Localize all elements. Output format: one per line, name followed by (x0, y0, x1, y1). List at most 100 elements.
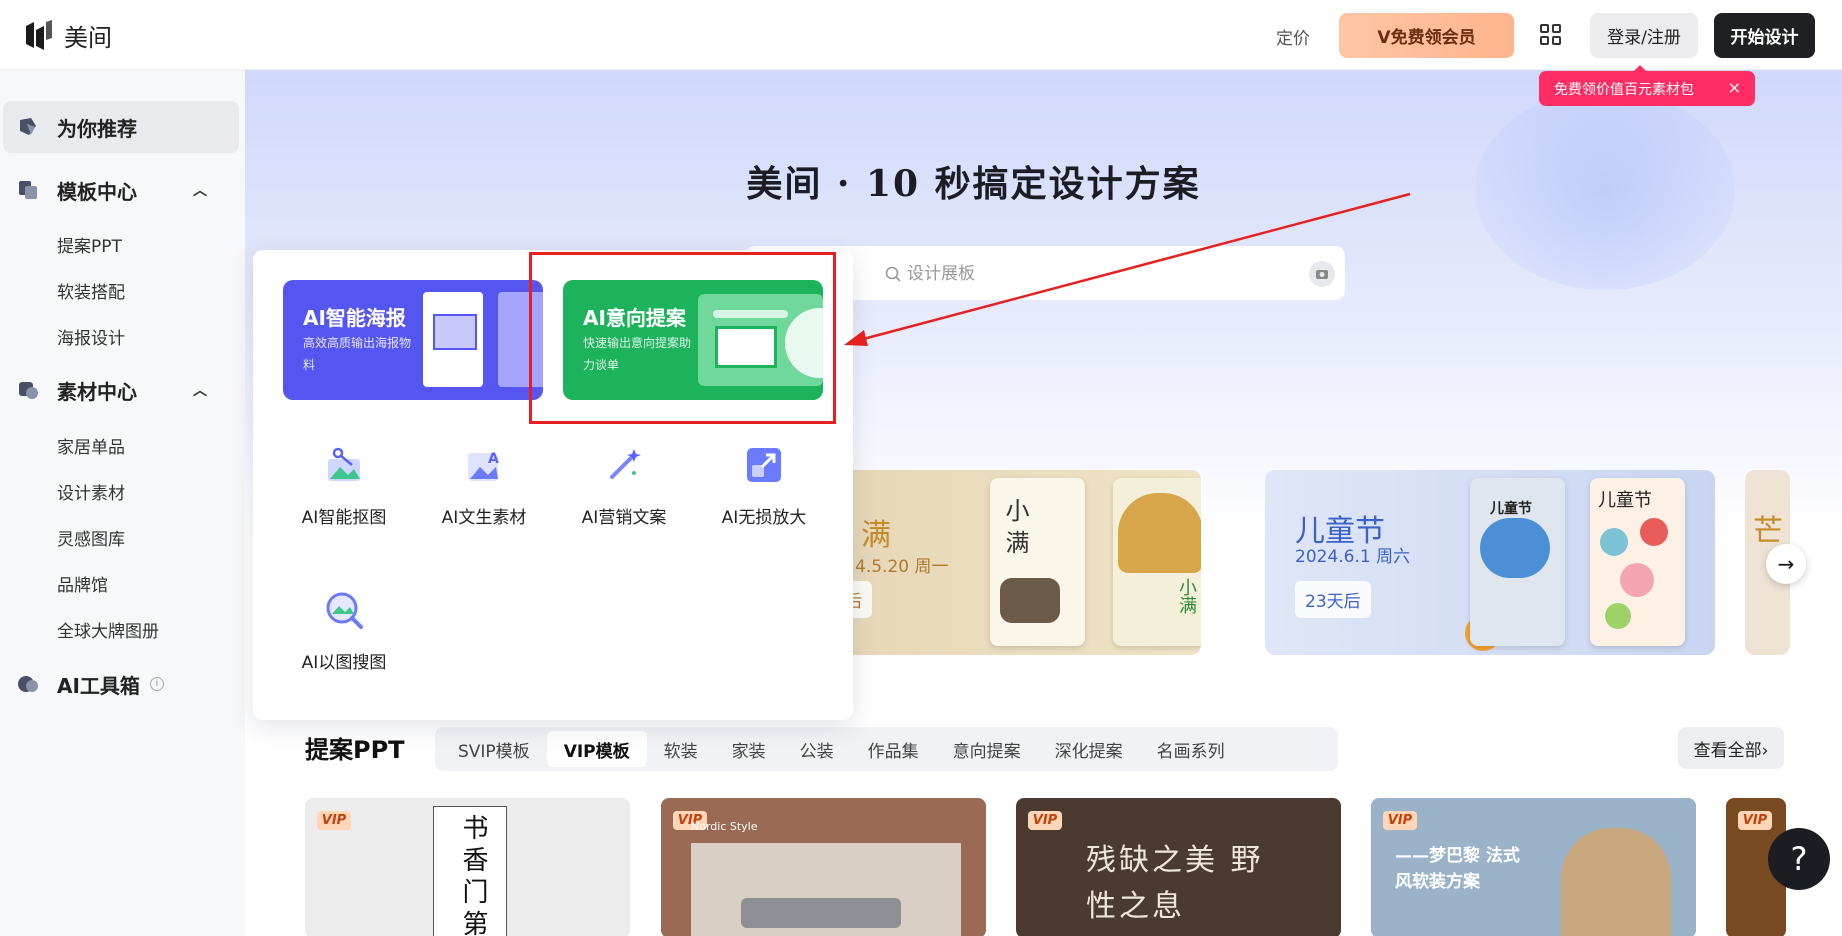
upscale-icon (747, 448, 781, 482)
free-vip-button[interactable]: V免费领会员 (1339, 13, 1514, 58)
card-text: 残缺之美 野性之息 (1086, 843, 1264, 924)
ai-intent-proposal-card[interactable]: AI意向提案 快速输出意向提案助力谈单 (563, 280, 823, 400)
top-header: 美间 定价 V免费领会员 登录/注册 开始设计 (0, 0, 1842, 70)
sidebar-subitem-proposal-ppt[interactable]: 提案PPT (57, 232, 122, 257)
card-title: AI智能海报 (303, 306, 406, 330)
banner-title: 满 (861, 518, 891, 553)
tab-6[interactable]: 意向提案 (936, 731, 1038, 767)
pricing-link[interactable]: 定价 (1276, 24, 1310, 49)
festival-banner-childrens-day[interactable]: 儿童节 2024.6.1 周六 23天后 儿童节 儿童节 (1265, 470, 1715, 655)
start-design-button[interactable]: 开始设计 (1714, 13, 1815, 58)
card-text: Nordic Style (691, 820, 758, 833)
help-button[interactable]: ? (1768, 828, 1830, 890)
banner-countdown: 23天后 (1295, 581, 1371, 618)
sidebar-item-material-center[interactable]: 素材中心 ︿ (3, 364, 239, 416)
vip-badge: VIP (1028, 811, 1062, 830)
svg-text:A: A (488, 451, 499, 467)
sidebar-subitem-furniture[interactable]: 家居单品 (57, 433, 125, 458)
chevron-up-icon[interactable]: ︿ (193, 380, 207, 400)
close-icon[interactable]: × (1728, 78, 1741, 97)
ai-toolbox-dropdown: AI智能海报 高效高质输出海报物料 AI意向提案 快速输出意向提案助力谈单 AI… (253, 250, 853, 720)
sidebar-subitem-poster-design[interactable]: 海报设计 (57, 324, 125, 349)
hero-title: 美间 · 10 秒搞定设计方案 (746, 163, 1201, 205)
tab-5[interactable]: 作品集 (851, 731, 936, 767)
tool-ai-marketing-copy[interactable]: AI营销文案 (564, 445, 684, 528)
tool-label: AI智能抠图 (301, 508, 387, 528)
poster-text: 儿童节 (1490, 501, 1532, 517)
sidebar-item-label: 模板中心 (57, 179, 137, 204)
magic-wand-icon (610, 449, 641, 479)
template-card[interactable]: VIP Nordic Style (661, 798, 986, 936)
tool-label: AI以图搜图 (301, 653, 387, 673)
search-input[interactable] (907, 262, 1207, 286)
see-all-link[interactable]: 查看全部› (1678, 727, 1784, 769)
search-icon (885, 266, 901, 282)
festival-banner-xiaoman[interactable]: 满 4.5.20 周一 后 小满 小满 (845, 470, 1201, 655)
tool-ai-lossless-upscale[interactable]: AI无损放大 (704, 445, 824, 528)
tool-label: AI营销文案 (581, 508, 667, 528)
sidebar-item-label: 素材中心 (57, 379, 137, 404)
tool-ai-text-to-material[interactable]: A AI文生素材 (424, 445, 544, 528)
promo-tooltip[interactable]: 免费领价值百元素材包 × (1539, 65, 1755, 106)
promo-text: 免费领价值百元素材包 (1554, 81, 1694, 98)
vip-badge: VIP (317, 811, 351, 830)
ai-toolbox-icon (18, 676, 38, 692)
tab-7[interactable]: 深化提案 (1038, 731, 1140, 767)
apps-grid-icon[interactable] (1540, 24, 1562, 46)
carousel-next-button[interactable]: → (1766, 544, 1806, 584)
card-desc: 高效高质输出海报物料 (303, 336, 412, 372)
tab-1[interactable]: VIP模板 (546, 731, 647, 767)
sidebar-subitem-inspiration[interactable]: 灵感图库 (57, 525, 125, 550)
ai-smart-poster-card[interactable]: AI智能海报 高效高质输出海报物料 (283, 280, 543, 400)
sidebar: 为你推荐 模板中心 ︿ 提案PPT 软装搭配 海报设计 素材中心 ︿ 家居单品 … (0, 70, 245, 936)
tab-4[interactable]: 公装 (783, 731, 851, 767)
tool-ai-cutout[interactable]: AI智能抠图 (284, 445, 404, 528)
card-text: ——梦巴黎 法式风软装方案 (1395, 846, 1520, 892)
info-icon[interactable]: i (149, 677, 164, 691)
template-card[interactable]: VIP 残缺之美 野性之息 (1016, 798, 1341, 936)
image-search-icon (326, 592, 363, 629)
sidebar-item-template-center[interactable]: 模板中心 ︿ (3, 164, 239, 216)
tab-3[interactable]: 家装 (715, 731, 783, 767)
sidebar-subitem-global-brands[interactable]: 全球大牌图册 (57, 617, 159, 642)
material-icon (19, 382, 38, 399)
sidebar-item-ai-toolbox[interactable]: AI工具箱 i (3, 658, 239, 710)
card-text: 书香门第 (458, 814, 488, 936)
sidebar-item-label: 为你推荐 (57, 116, 137, 141)
vip-badge: VIP (1383, 811, 1417, 830)
template-card[interactable]: VIP 书香门第 (305, 798, 630, 936)
section-title: 提案PPT (305, 736, 405, 764)
banner-date: 4.5.20 周一 (855, 557, 949, 577)
banner-date: 2024.6.1 周六 (1295, 547, 1411, 567)
sidebar-subitem-design-material[interactable]: 设计素材 (57, 479, 125, 504)
vip-badge: VIP (1738, 811, 1772, 830)
text-to-image-icon: A (468, 451, 499, 481)
sidebar-item-recommend[interactable]: 为你推荐 (3, 101, 239, 153)
tool-label: AI文生素材 (441, 508, 527, 528)
category-tabs: SVIP模板 VIP模板 软装 家装 公装 作品集 意向提案 深化提案 名画系列 (435, 727, 1338, 771)
poster-text: 小满 (1176, 578, 1197, 614)
tab-0[interactable]: SVIP模板 (441, 731, 547, 767)
poster-thumbnail: 儿童节 (1590, 478, 1685, 646)
tab-2[interactable]: 软装 (647, 731, 715, 767)
template-icon (19, 181, 37, 199)
chevron-up-icon[interactable]: ︿ (193, 180, 207, 200)
recommend-icon (20, 118, 36, 135)
sidebar-item-label: AI工具箱 (57, 673, 140, 698)
poster-thumbnail: 小满 (990, 478, 1085, 646)
camera-icon[interactable] (1309, 261, 1335, 287)
banner-title: 芒 (1753, 514, 1783, 549)
sidebar-subitem-brand-hall[interactable]: 品牌馆 (57, 571, 108, 596)
poster-thumbnail: 小满 (1113, 478, 1201, 646)
poster-text: 儿童节 (1598, 490, 1652, 511)
logo-text: 美间 (64, 24, 112, 52)
poster-text: 小满 (1001, 498, 1029, 562)
login-register-button[interactable]: 登录/注册 (1590, 13, 1698, 58)
tool-label: AI无损放大 (721, 508, 807, 528)
sidebar-subitem-soft-decoration[interactable]: 软装搭配 (57, 278, 125, 303)
card-title: AI意向提案 (583, 306, 686, 330)
tab-8[interactable]: 名画系列 (1140, 731, 1242, 767)
logo[interactable]: 美间 (24, 18, 112, 53)
template-card[interactable]: VIP ——梦巴黎 法式风软装方案 (1371, 798, 1696, 936)
tool-ai-image-search[interactable]: AI以图搜图 (284, 590, 404, 673)
